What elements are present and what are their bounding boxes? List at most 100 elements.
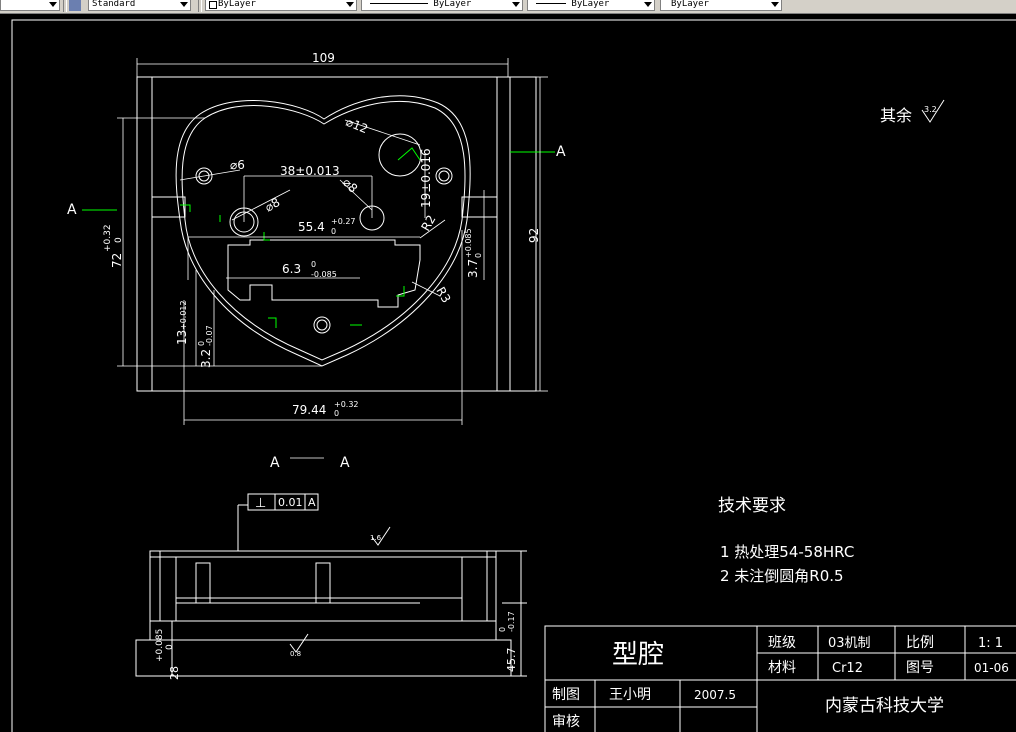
dim-19-label: 19±0.016 bbox=[419, 148, 433, 208]
layer-color-value: ByLayer bbox=[218, 0, 256, 9]
drawing-no-value: 01-06 bbox=[974, 661, 1009, 675]
dim-height-right-label: 92 bbox=[527, 228, 541, 243]
section-title: A A bbox=[270, 455, 350, 471]
dim-13-tol: +0.012 bbox=[179, 300, 188, 330]
hole-dia6-right-inner bbox=[438, 170, 450, 182]
linetype-sample bbox=[370, 3, 428, 4]
dim-3-7-label: 3.7 bbox=[466, 259, 480, 278]
dim-3-7-tol-upper: +0.085 bbox=[464, 228, 473, 258]
center-mark bbox=[263, 232, 270, 241]
section-view bbox=[135, 504, 527, 677]
dim-38-label: 38±0.013 bbox=[280, 164, 340, 178]
section-upper-plate bbox=[149, 550, 497, 622]
linetype-dropdown[interactable]: ByLayer bbox=[361, 0, 523, 11]
dim-3-7-tol-lower: 0 bbox=[474, 253, 483, 258]
dropdown-left-partial[interactable] bbox=[0, 0, 60, 11]
lineweight-dropdown[interactable]: ByLayer bbox=[527, 0, 655, 11]
section-dim-left-tol-upper: +0.085 bbox=[155, 629, 165, 662]
drawn-by-value: 王小明 bbox=[609, 687, 651, 703]
dim-3-2-label: 3.2 bbox=[199, 349, 213, 368]
layer-color-dropdown[interactable]: ByLayer bbox=[205, 0, 357, 11]
gdt-symbol: ⊥ bbox=[255, 496, 266, 511]
gdt-datum: A bbox=[308, 496, 316, 509]
dim-hole-dia12-label: ⌀12 bbox=[344, 115, 370, 136]
section-dim-right: 45.7 bbox=[505, 648, 518, 673]
scale-value: 1: 1 bbox=[978, 636, 1003, 651]
dim-79-44-tol-lower: 0 bbox=[334, 409, 339, 418]
dim-width-label: 109 bbox=[312, 51, 335, 65]
dim-height-left-label: 72 bbox=[110, 253, 124, 268]
text-style-value: Standard bbox=[92, 0, 136, 9]
drawing-canvas[interactable]: 109 92 72 +0.32 0 ⌀6 ⌀12 ⌀8 ⌀8 38±0.013 … bbox=[0, 14, 1016, 732]
drawing-no-label: 图号 bbox=[906, 660, 934, 676]
dim-79-44-label: 79.44 bbox=[292, 403, 326, 417]
dim-6-3-tol-upper: 0 bbox=[311, 260, 316, 269]
top-view-dimensions bbox=[117, 58, 548, 425]
dim-height-left-tol-lower: 0 bbox=[114, 237, 124, 243]
scale-label: 比例 bbox=[906, 635, 934, 651]
dim-55-4-tol-upper: +0.27 bbox=[331, 217, 356, 226]
roughness-value-bottom: 0.8 bbox=[290, 650, 301, 658]
plot-style-value: ByLayer bbox=[671, 0, 709, 9]
dim-6-3-tol-lower: -0.085 bbox=[311, 270, 337, 279]
hole-bottom bbox=[313, 316, 331, 334]
tech-req-title: 技术要求 bbox=[718, 496, 786, 516]
linetype-value: ByLayer bbox=[433, 0, 472, 9]
surface-finish-value: 3.2 bbox=[924, 105, 937, 114]
side-slot-left bbox=[151, 196, 186, 218]
dim-hole-dia8a-label: ⌀8 bbox=[263, 195, 283, 215]
section-pin-right bbox=[315, 562, 331, 604]
dim-r2-label: R2 bbox=[418, 213, 438, 234]
tech-req-item-2: 2 未注倒圆角R0.5 bbox=[720, 567, 844, 585]
dim-55-4-tol-lower: 0 bbox=[331, 227, 336, 236]
dim-55-4-label: 55.4 bbox=[298, 220, 325, 234]
school-name: 内蒙古科技大学 bbox=[825, 696, 944, 716]
section-pin-left bbox=[195, 562, 211, 604]
hole-dia6-right bbox=[435, 167, 453, 185]
section-labels: +0.085 0 28 45.7 0 -0.17 1.6 0.8 bbox=[155, 534, 518, 680]
text-style-dropdown[interactable]: Standard bbox=[88, 0, 191, 11]
lineweight-sample bbox=[536, 3, 566, 4]
hole-bottom-inner bbox=[316, 319, 328, 331]
plot-style-dropdown[interactable]: ByLayer bbox=[660, 0, 782, 11]
center-mark bbox=[397, 147, 421, 161]
dim-6-3-label: 6.3 bbox=[282, 262, 301, 276]
checked-by-label: 审核 bbox=[552, 714, 580, 730]
text-style-icon[interactable] bbox=[69, 0, 81, 11]
section-title-right: A bbox=[340, 455, 350, 471]
dim-height-left-tol-upper: +0.32 bbox=[103, 224, 113, 252]
section-dim-left: 28 bbox=[168, 666, 181, 680]
toolbar-separator bbox=[198, 0, 202, 12]
gdt-frame: ⊥ 0.01 A bbox=[247, 493, 319, 511]
class-value: 03机制 bbox=[828, 636, 871, 651]
toolbar-separator bbox=[63, 0, 67, 12]
section-mark-left: A bbox=[67, 202, 77, 218]
color-swatch-icon bbox=[209, 1, 217, 9]
tech-req-item-1: 1 热处理54-58HRC bbox=[720, 543, 854, 561]
section-mark-right: A bbox=[556, 144, 566, 160]
section-dim-right-tol-upper: 0 bbox=[498, 627, 507, 632]
date-value: 2007.5 bbox=[694, 688, 736, 702]
tech-requirements: 技术要求 1 热处理54-58HRC 2 未注倒圆角R0.5 bbox=[718, 496, 854, 585]
dim-hole-dia-small-label: ⌀6 bbox=[230, 158, 245, 172]
title-block-text: 型腔 班级 03机制 比例 1: 1 材料 Cr12 图号 01-06 制图 王… bbox=[552, 635, 1009, 730]
properties-toolbar: Standard ByLayer ByLayer ByLayer ByLayer bbox=[0, 0, 1016, 14]
hole-dia12 bbox=[378, 133, 422, 177]
surface-finish-note: 其余 3.2 bbox=[880, 99, 945, 125]
part-name: 型腔 bbox=[612, 640, 664, 670]
section-dim-right-tol-lower: -0.17 bbox=[507, 611, 516, 632]
material-label: 材料 bbox=[768, 660, 796, 676]
dim-hole-dia8b-label: ⌀8 bbox=[340, 175, 360, 195]
section-dim-left-tol-lower: 0 bbox=[165, 644, 175, 650]
drawn-by-label: 制图 bbox=[552, 687, 580, 703]
section-lower-plate bbox=[135, 639, 512, 677]
gdt-tolerance: 0.01 bbox=[278, 496, 303, 509]
lineweight-value: ByLayer bbox=[571, 0, 610, 9]
class-label: 班级 bbox=[768, 635, 796, 651]
roughness-value-top: 1.6 bbox=[370, 534, 382, 542]
dim-3-2-tol-lower: -0.07 bbox=[205, 325, 214, 346]
dim-13-label: 13 bbox=[175, 330, 189, 345]
surface-finish-text: 其余 bbox=[880, 106, 912, 125]
section-title-left: A bbox=[270, 455, 280, 471]
center-mark bbox=[268, 317, 277, 328]
